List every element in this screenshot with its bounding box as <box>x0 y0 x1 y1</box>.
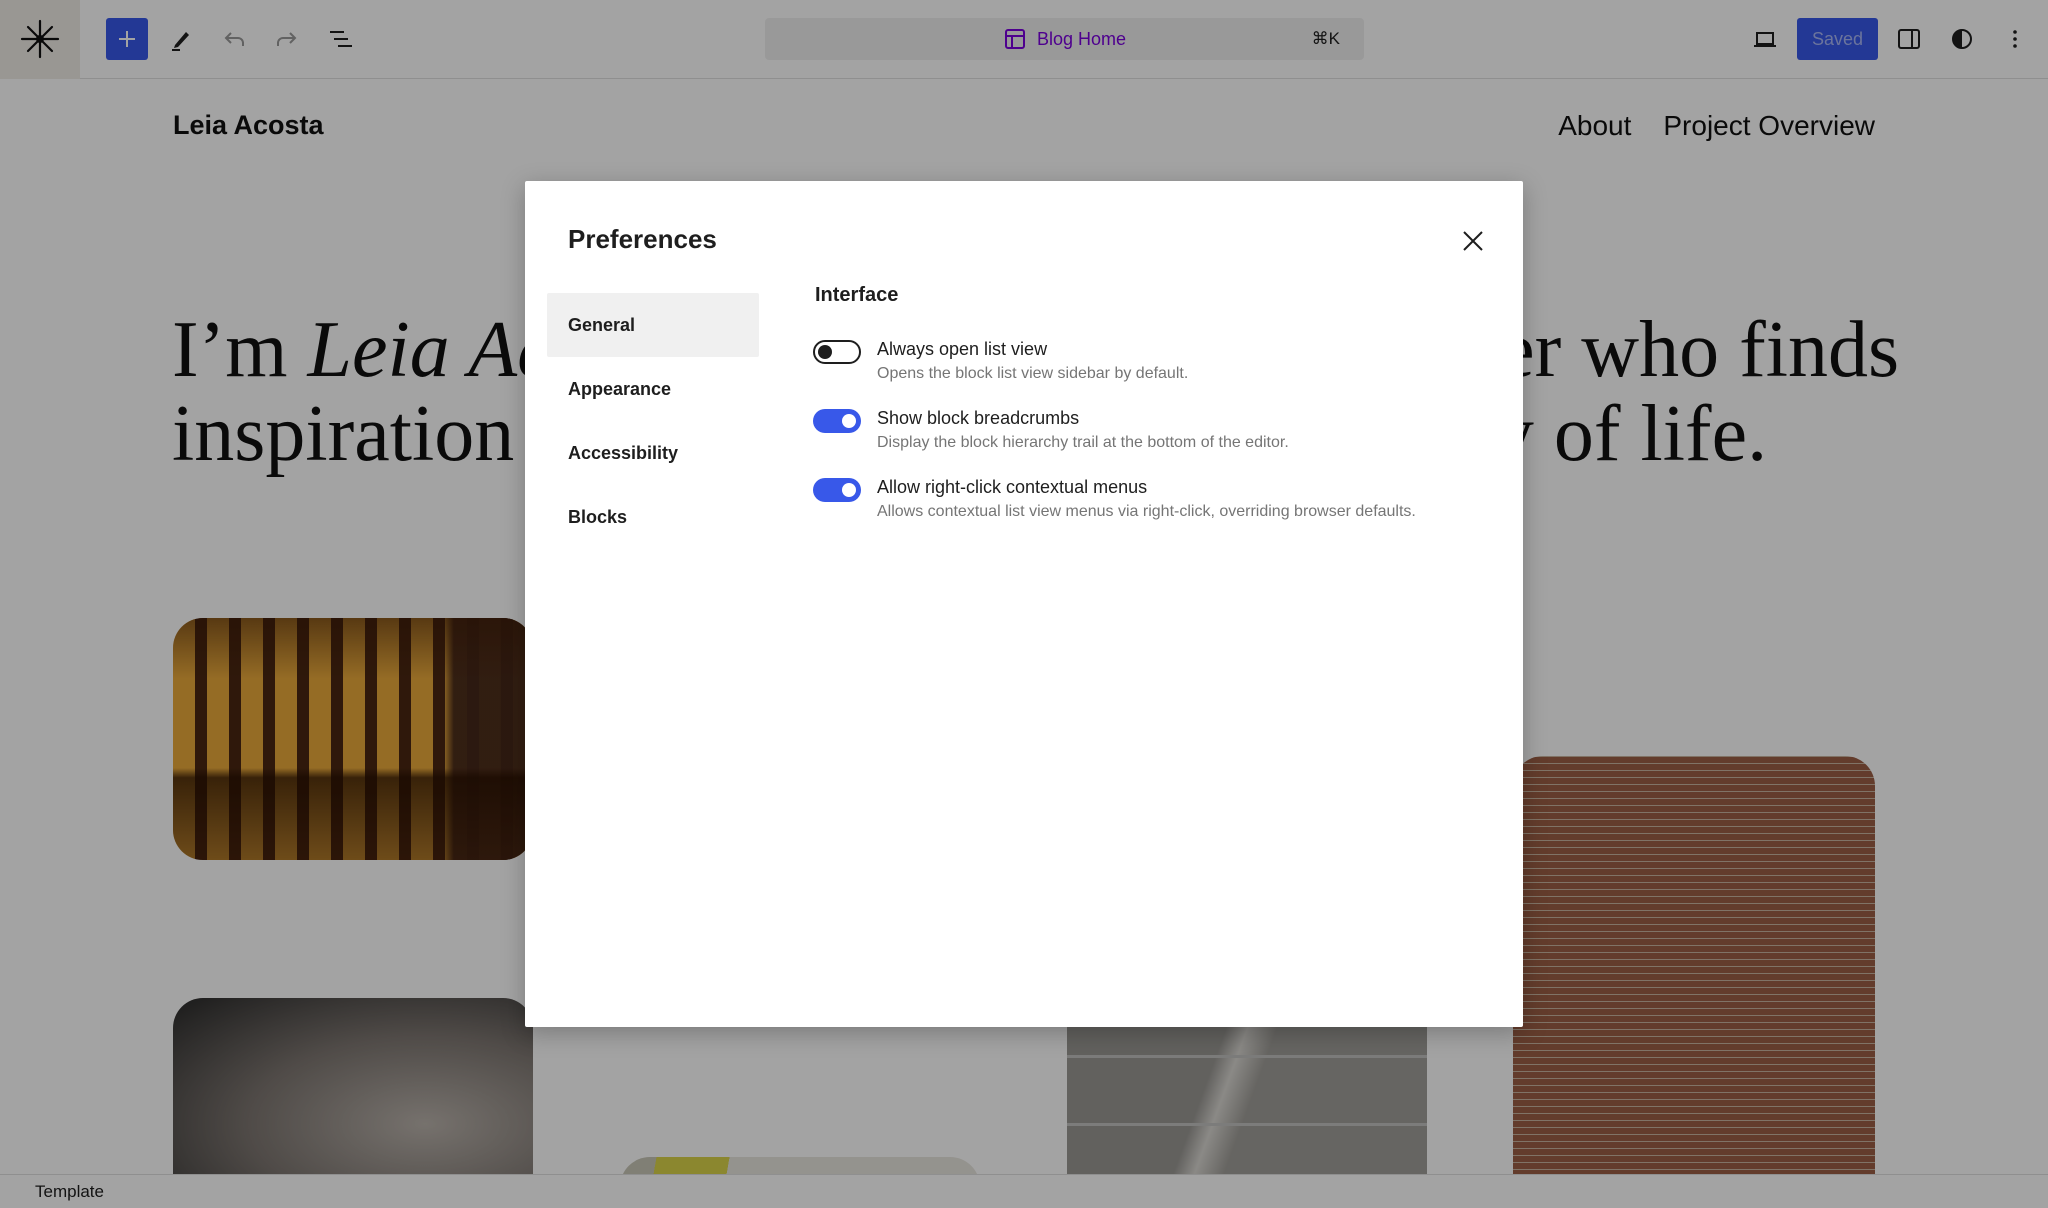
close-button[interactable] <box>1453 221 1493 261</box>
option-label[interactable]: Allow right-click contextual menus <box>877 477 1147 498</box>
toggle-allow-right-click-menus[interactable] <box>813 478 861 502</box>
section-title-interface: Interface <box>815 284 899 306</box>
option-help: Display the block hierarchy trail at the… <box>877 434 1289 451</box>
option-help: Allows contextual list view menus via ri… <box>877 503 1416 520</box>
preferences-tabs: General Appearance Accessibility Blocks <box>547 293 759 549</box>
option-label[interactable]: Show block breadcrumbs <box>877 408 1079 429</box>
toggle-knob <box>842 414 856 428</box>
toggle-knob <box>818 345 832 359</box>
tab-general[interactable]: General <box>547 293 759 357</box>
toggle-show-block-breadcrumbs[interactable] <box>813 409 861 433</box>
tab-accessibility[interactable]: Accessibility <box>547 421 759 485</box>
close-icon <box>1463 231 1483 251</box>
tab-blocks[interactable]: Blocks <box>547 485 759 549</box>
modal-title: Preferences <box>568 224 717 254</box>
preferences-modal: Preferences General Appearance Accessibi… <box>525 181 1523 1027</box>
tab-appearance[interactable]: Appearance <box>547 357 759 421</box>
toggle-always-open-list-view[interactable] <box>813 340 861 364</box>
toggle-knob <box>842 483 856 497</box>
option-help: Opens the block list view sidebar by def… <box>877 365 1189 382</box>
option-label[interactable]: Always open list view <box>877 339 1047 360</box>
